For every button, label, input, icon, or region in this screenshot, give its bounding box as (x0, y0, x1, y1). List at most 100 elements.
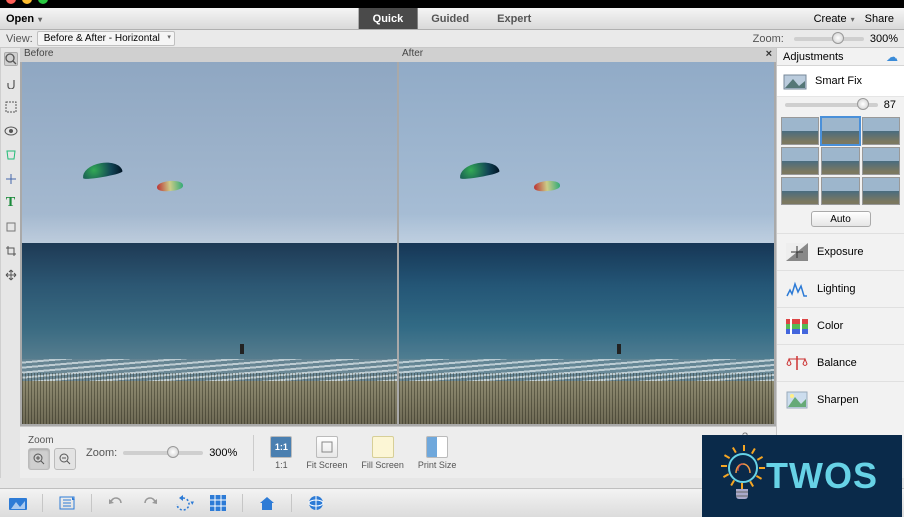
traffic-close-icon[interactable] (6, 0, 16, 4)
quick-select-tool-icon[interactable] (4, 100, 18, 114)
layers-globe-icon[interactable] (306, 493, 326, 513)
adjustments-panel: Adjustments ☁ Smart Fix 87 (776, 48, 904, 478)
tab-quick[interactable]: Quick (359, 8, 418, 29)
exposure-row[interactable]: Exposure (777, 233, 904, 270)
smart-fix-slider-thumb[interactable] (857, 98, 869, 110)
after-label: After (398, 48, 776, 62)
twos-text: TWOS (766, 455, 878, 497)
zoom-slider-top[interactable] (794, 37, 864, 41)
sharpen-icon (785, 390, 809, 410)
divider (253, 435, 254, 471)
variant-thumb[interactable] (862, 117, 900, 145)
app-menubar: Open Quick Guided Expert Create Share (0, 8, 904, 30)
balance-row[interactable]: Balance (777, 344, 904, 381)
variant-thumb[interactable] (821, 177, 859, 205)
zoom-section-title: Zoom (28, 435, 76, 446)
organizer-icon[interactable] (57, 493, 77, 513)
balance-icon (785, 353, 809, 373)
variant-thumb[interactable] (862, 177, 900, 205)
lighting-icon (785, 279, 809, 299)
home-icon[interactable] (257, 493, 277, 513)
print-size-label: Print Size (418, 460, 457, 470)
move-tool-icon[interactable] (4, 268, 18, 282)
zoom-slider-bottom[interactable] (123, 451, 203, 455)
zoom-out-button[interactable] (54, 448, 76, 470)
variant-thumb[interactable] (862, 147, 900, 175)
smart-fix-value: 87 (884, 99, 896, 111)
zoom-slider-thumb-bottom[interactable] (167, 446, 179, 458)
compare-header: Before After × (20, 48, 776, 62)
create-menu[interactable]: Create (814, 13, 855, 25)
after-image[interactable] (399, 62, 774, 424)
color-icon (785, 316, 809, 336)
smart-fix-label: Smart Fix (815, 75, 862, 87)
tool-strip: T (0, 48, 20, 478)
color-row[interactable]: Color (777, 307, 904, 344)
photo-bin-icon[interactable] (8, 493, 28, 513)
exposure-icon (785, 242, 809, 262)
tab-guided[interactable]: Guided (417, 8, 483, 29)
zoom-tool-icon[interactable] (4, 52, 18, 66)
smart-fix-icon (783, 72, 807, 90)
view-options-bar: View: Before & After - Horizontal Zoom: … (0, 30, 904, 48)
undo-button[interactable] (106, 493, 126, 513)
zoom-label: Zoom: (753, 33, 784, 45)
document-area: Before After × (20, 48, 776, 478)
fill-screen-button[interactable] (372, 436, 394, 458)
exposure-label: Exposure (817, 246, 863, 258)
before-image[interactable] (22, 62, 397, 424)
sharpen-label: Sharpen (817, 394, 859, 406)
cloud-sync-icon[interactable]: ☁ (886, 50, 898, 64)
smart-fix-variants (777, 117, 904, 205)
redo-button[interactable] (140, 493, 160, 513)
print-size-button[interactable] (426, 436, 448, 458)
variant-thumb[interactable] (821, 147, 859, 175)
redeye-tool-icon[interactable] (4, 124, 18, 138)
traffic-maximize-icon[interactable] (38, 0, 48, 4)
before-label: Before (20, 48, 398, 62)
variant-thumb[interactable] (781, 117, 819, 145)
zoom-label-bottom: Zoom: (86, 447, 117, 459)
traffic-minimize-icon[interactable] (22, 0, 32, 4)
sharpen-row[interactable]: Sharpen (777, 381, 904, 418)
share-menu[interactable]: Share (865, 13, 894, 25)
zoom-value-bottom: 300% (209, 447, 237, 459)
one-to-one-label: 1:1 (275, 460, 288, 470)
balance-label: Balance (817, 357, 857, 369)
lightbulb-icon (726, 453, 760, 499)
fit-screen-button[interactable] (316, 436, 338, 458)
fill-screen-label: Fill Screen (361, 460, 404, 470)
variant-thumb[interactable] (781, 147, 819, 175)
variant-thumb[interactable] (781, 177, 819, 205)
close-document-button[interactable]: × (766, 48, 772, 60)
tab-expert[interactable]: Expert (483, 8, 545, 29)
color-label: Color (817, 320, 843, 332)
whiten-teeth-tool-icon[interactable] (4, 148, 18, 162)
fit-buttons: 1:1 1:1 Fit Screen Fill Screen Print Siz… (270, 436, 456, 470)
lighting-row[interactable]: Lighting (777, 270, 904, 307)
lighting-label: Lighting (817, 283, 856, 295)
smart-fix-row[interactable]: Smart Fix (777, 66, 904, 97)
hand-tool-icon[interactable] (4, 76, 18, 90)
twos-watermark: TWOS (702, 435, 902, 517)
adjustments-header: Adjustments (783, 51, 844, 63)
view-label: View: (6, 33, 33, 45)
adjustments-list: Exposure Lighting Color Balance Sharpen (777, 233, 904, 418)
smart-fix-slider[interactable] (785, 103, 878, 107)
rotate-button[interactable]: ▾ (174, 493, 194, 513)
zoom-slider-thumb[interactable] (832, 32, 844, 44)
variant-thumb[interactable] (821, 117, 859, 145)
zoom-in-button[interactable] (28, 448, 50, 470)
grid-icon[interactable] (208, 493, 228, 513)
open-menu[interactable]: Open (6, 13, 42, 25)
straighten-tool-icon[interactable] (4, 172, 18, 186)
auto-button[interactable]: Auto (811, 211, 871, 227)
mode-tabs: Quick Guided Expert (359, 8, 546, 29)
zoom-options-bar: Zoom Zoom: 300% 1:1 1:1 (20, 426, 776, 478)
zoom-value-top: 300% (870, 33, 898, 45)
crop-tool-icon[interactable] (4, 244, 18, 258)
one-to-one-button[interactable]: 1:1 (270, 436, 292, 458)
text-tool-icon[interactable]: T (4, 196, 18, 210)
view-mode-dropdown[interactable]: Before & After - Horizontal (37, 31, 175, 46)
spot-heal-tool-icon[interactable] (4, 220, 18, 234)
